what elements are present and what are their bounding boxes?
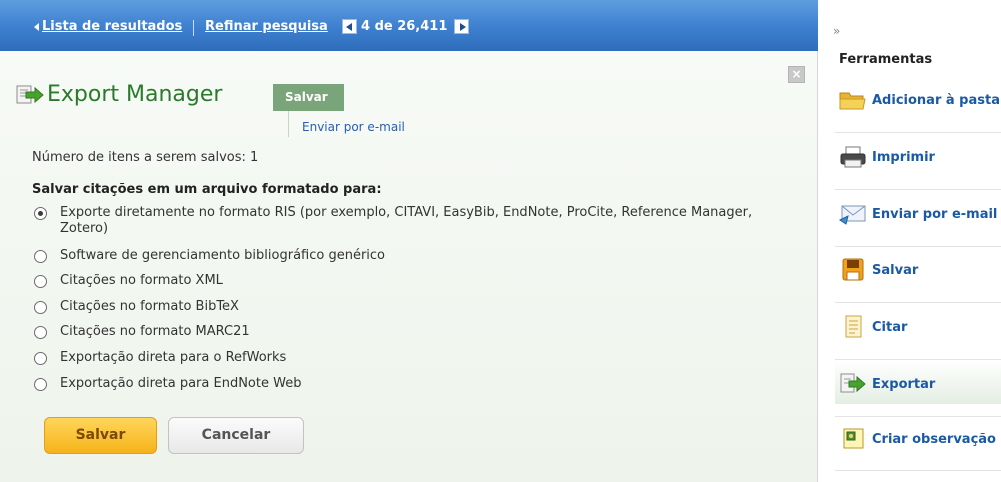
note-icon — [843, 428, 864, 449]
format-option-label: Citações no formato BibTeX — [60, 299, 239, 314]
radio-button[interactable] — [34, 275, 47, 288]
radio-button[interactable] — [34, 352, 47, 365]
radio-button[interactable] — [34, 301, 47, 314]
tab-divider — [288, 111, 289, 137]
tool-add-to-folder[interactable]: Adicionar à pasta — [835, 88, 1001, 144]
radio-button[interactable] — [34, 250, 47, 263]
previous-record-button[interactable] — [342, 19, 357, 34]
tool-label: Enviar por e-mail — [872, 207, 998, 222]
radio-button[interactable] — [34, 326, 47, 339]
tool-label: Imprimir — [872, 150, 935, 165]
collapse-sidebar-button[interactable]: » — [833, 24, 840, 38]
tool-divider — [835, 416, 1001, 417]
tool-email[interactable]: Enviar por e-mail — [835, 202, 1001, 258]
chevron-left-icon — [346, 23, 352, 31]
tool-label: Adicionar à pasta — [872, 93, 1000, 108]
tool-export[interactable]: Exportar — [835, 360, 1001, 404]
tool-divider — [835, 132, 1001, 133]
tool-print[interactable]: Imprimir — [835, 145, 1001, 201]
tool-save[interactable]: Salvar — [835, 258, 1001, 314]
folder-icon — [839, 92, 866, 110]
record-counter: 4 de 26,411 — [361, 19, 448, 34]
export-icon — [840, 373, 866, 393]
export-manager-panel: Lista de resultados Refinar pesquisa 4 d… — [0, 0, 818, 482]
tool-divider — [835, 246, 1001, 247]
format-option-label: Exportação direta para EndNote Web — [60, 376, 302, 391]
tool-divider — [835, 302, 1001, 303]
format-option-ris[interactable]: Exporte diretamente no formato RIS (por … — [34, 205, 794, 239]
export-icon — [16, 85, 44, 104]
nav-divider — [193, 20, 194, 36]
tool-label: Exportar — [872, 377, 936, 392]
radio-button[interactable] — [34, 378, 47, 391]
tool-create-note[interactable]: Criar observação — [835, 427, 1001, 482]
save-icon — [842, 258, 864, 281]
format-option-refworks[interactable]: Exportação direta para o RefWorks — [34, 350, 794, 368]
printer-icon — [840, 146, 866, 168]
tools-title: Ferramentas — [839, 52, 933, 67]
items-count-text: Número de itens a serem salvos: 1 — [32, 150, 259, 165]
tool-divider — [835, 470, 1001, 471]
format-option-marc21[interactable]: Citações no formato MARC21 — [34, 324, 794, 342]
tools-sidebar: » Ferramentas Adicionar à pasta Imprimir… — [819, 0, 1001, 482]
format-option-label: Exporte diretamente no formato RIS (por … — [60, 205, 753, 236]
email-icon — [839, 205, 866, 225]
back-arrow-icon[interactable] — [34, 23, 39, 31]
tool-divider — [835, 189, 1001, 190]
results-list-link[interactable]: Lista de resultados — [42, 19, 182, 35]
format-option-label: Software de gerenciamento bibliográfico … — [60, 248, 385, 263]
format-option-xml[interactable]: Citações no formato XML — [34, 273, 794, 291]
save-button[interactable]: Salvar — [44, 417, 157, 454]
results-navigation-bar: Lista de resultados Refinar pesquisa 4 d… — [0, 0, 818, 51]
format-option-label: Citações no formato XML — [60, 273, 223, 288]
format-option-label: Exportação direta para o RefWorks — [60, 350, 287, 365]
close-button[interactable]: × — [788, 66, 805, 83]
page-title: Export Manager — [47, 82, 223, 107]
radio-button[interactable] — [34, 207, 47, 220]
tab-email[interactable]: Enviar por e-mail — [302, 120, 405, 134]
format-option-label: Citações no formato MARC21 — [60, 324, 250, 339]
tab-save[interactable]: Salvar — [273, 84, 344, 111]
format-option-endnote-web[interactable]: Exportação direta para EndNote Web — [34, 376, 794, 394]
tool-label: Criar observação — [872, 432, 996, 447]
format-heading: Salvar citações em um arquivo formatado … — [32, 182, 382, 197]
tool-label: Salvar — [872, 263, 919, 278]
tool-label: Citar — [872, 320, 908, 335]
refine-search-link[interactable]: Refinar pesquisa — [205, 19, 328, 35]
next-record-button[interactable] — [454, 19, 469, 34]
close-icon: × — [791, 67, 802, 81]
format-option-bibtex[interactable]: Citações no formato BibTeX — [34, 299, 794, 317]
cite-icon — [845, 315, 862, 338]
chevron-right-icon — [460, 23, 466, 31]
cancel-button[interactable]: Cancelar — [168, 417, 304, 454]
format-option-generic[interactable]: Software de gerenciamento bibliográfico … — [34, 248, 794, 266]
